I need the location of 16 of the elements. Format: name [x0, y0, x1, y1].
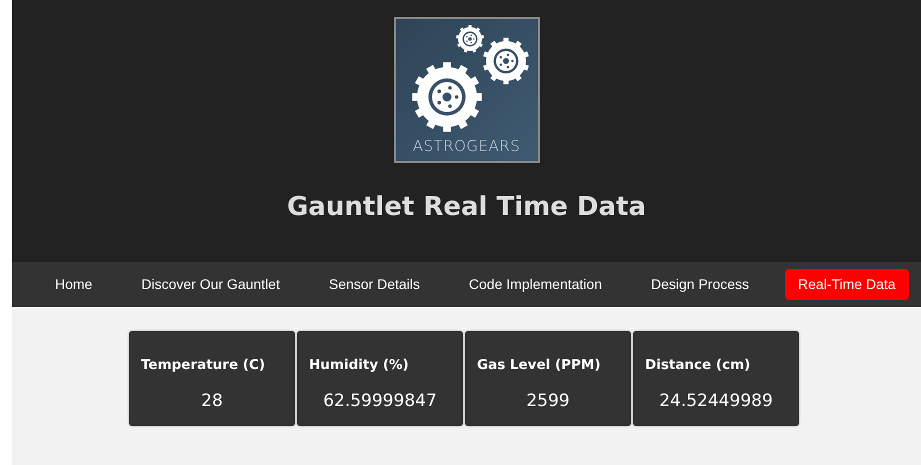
reading-label: Gas Level (PPM) — [477, 356, 602, 375]
reading-value: 28 — [200, 390, 224, 414]
logo-text: ASTROGEARS — [412, 139, 520, 154]
nav-link[interactable]: Sensor Details — [316, 269, 433, 300]
nav-link[interactable]: Code Implementation — [456, 269, 615, 300]
reading-label: Distance (cm) — [645, 356, 752, 375]
reading-label: Temperature (C) — [141, 356, 266, 375]
reading-label: Humidity (%) — [309, 356, 410, 375]
nav-link[interactable]: Real-Time Data — [785, 269, 909, 300]
nav-link[interactable]: Design Process — [638, 269, 762, 300]
reading-value: 24.52449989 — [658, 390, 774, 414]
reading-value: 2599 — [525, 390, 571, 414]
page-title: Gauntlet Real Time Data — [286, 191, 648, 224]
reading-value: 62.59999847 — [322, 390, 438, 414]
nav-link[interactable]: Discover Our Gauntlet — [128, 269, 293, 300]
nav-link[interactable]: Home — [42, 269, 106, 300]
